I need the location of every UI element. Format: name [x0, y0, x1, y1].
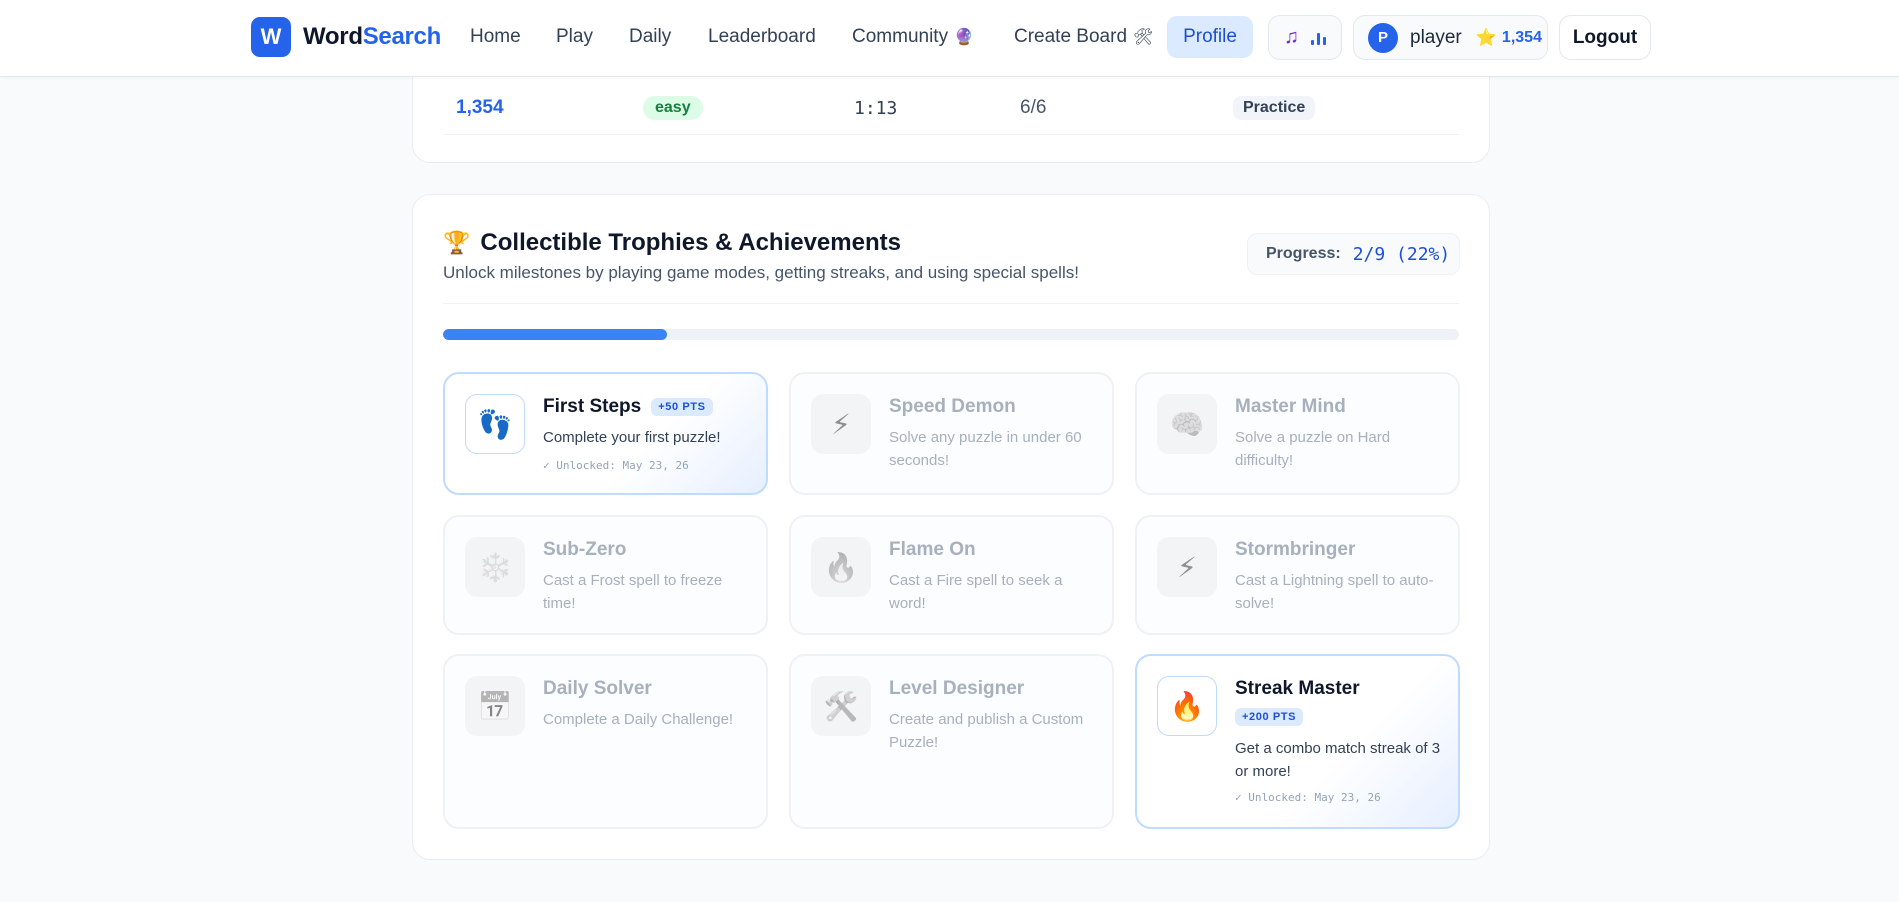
trophy-description: Complete a Daily Challenge! [543, 711, 734, 728]
trophy-icon: 🏆 [443, 230, 471, 255]
history-time-cell: 1:13 [854, 81, 897, 135]
trophy-master-mind[interactable]: 🧠 Master Mind Solve a puzzle on Hard dif… [1135, 372, 1460, 495]
music-note-icon: ♫ [1284, 26, 1299, 48]
trophy-first-steps[interactable]: 👣 First Steps +50 PTS Complete your firs… [443, 372, 768, 495]
equalizer-icon [1311, 31, 1326, 45]
nav-community-label: Community [852, 26, 949, 47]
nav-play[interactable]: Play [556, 17, 593, 57]
lightning-icon: ⚡ [1157, 537, 1217, 597]
trophy-streak-master[interactable]: 🔥 Streak Master +200 PTS Get a combo mat… [1135, 654, 1460, 829]
divider [443, 303, 1459, 304]
history-mode-cell: Practice [1233, 81, 1316, 135]
trophy-name: Stormbringer [1235, 539, 1356, 560]
trophy-name: Daily Solver [543, 678, 652, 699]
nav-daily[interactable]: Daily [629, 17, 671, 57]
trophy-name: Level Designer [889, 678, 1025, 699]
brand-name-word: Word [303, 23, 363, 50]
hammer-wrench-icon: 🛠 [1133, 29, 1154, 46]
trophy-daily-solver[interactable]: 📅 Daily Solver Complete a Daily Challeng… [443, 654, 768, 829]
nav-leaderboard[interactable]: Leaderboard [708, 17, 816, 57]
history-score: 1,354 [456, 97, 504, 118]
points-badge: +200 PTS [1235, 708, 1304, 726]
star-icon: ⭐ [1475, 27, 1497, 47]
nav-home-label: Home [470, 26, 521, 47]
trophy-speed-demon[interactable]: ⚡ Speed Demon Solve any puzzle in under … [789, 372, 1114, 495]
lightning-icon: ⚡ [811, 394, 871, 454]
trophies-title-text: Collectible Trophies & Achievements [480, 229, 901, 256]
top-navbar: W WordSearch Home Play Daily Leaderboard… [0, 0, 1899, 77]
crystal-ball-icon: 🔮 [954, 29, 974, 46]
points-badge: +50 PTS [651, 398, 713, 416]
trophies-title: 🏆 Collectible Trophies & Achievements [443, 229, 901, 257]
nav-create-board-label: Create Board [1014, 26, 1128, 47]
trophy-description: Cast a Fire spell to seek a word! [889, 572, 1063, 612]
mode-badge: Practice [1233, 96, 1316, 120]
music-toggle-button[interactable]: ♫ [1268, 15, 1342, 60]
trophy-description: Complete your first puzzle! [543, 429, 721, 446]
trophy-name: Speed Demon [889, 396, 1016, 417]
trophy-flame-on[interactable]: 🔥 Flame On Cast a Fire spell to seek a w… [789, 515, 1114, 635]
trophy-description: Solve a puzzle on Hard difficulty! [1235, 429, 1391, 469]
trophy-description: Solve any puzzle in under 60 seconds! [889, 429, 1082, 469]
footprints-icon: 👣 [465, 394, 525, 454]
brand[interactable]: W WordSearch [251, 17, 441, 57]
history-difficulty-cell: easy [643, 81, 703, 135]
table-row: 1,354 easy 1:13 6/6 Practice [443, 81, 1459, 135]
progress-summary: Progress: 2/9 (22%) [1247, 233, 1460, 275]
progress-value: 2/9 (22%) [1352, 243, 1451, 265]
calendar-icon: 📅 [465, 676, 525, 736]
brand-name-accent: Search [362, 23, 442, 50]
nav-leaderboard-label: Leaderboard [708, 26, 816, 47]
hammer-wrench-icon: 🛠️ [811, 676, 871, 736]
trophy-sub-zero[interactable]: ❄️ Sub-Zero Cast a Frost spell to freeze… [443, 515, 768, 635]
trophy-description: Cast a Frost spell to freeze time! [543, 572, 723, 612]
progress-bar [443, 329, 1459, 340]
flame-icon: 🔥 [811, 537, 871, 597]
unlock-date: ✓ Unlocked: May 23, 26 [543, 459, 689, 472]
history-words-found: 6/6 [1020, 97, 1047, 118]
brain-icon: 🧠 [1157, 394, 1217, 454]
trophy-description: Cast a Lightning spell to auto-solve! [1235, 572, 1434, 612]
nav-daily-label: Daily [629, 26, 672, 47]
username: player [1410, 26, 1462, 48]
nav-profile-label: Profile [1183, 26, 1237, 47]
brand-name[interactable]: WordSearch [303, 23, 441, 51]
difficulty-badge: easy [643, 96, 703, 120]
nav-play-label: Play [556, 26, 593, 47]
flame-icon: 🔥 [1157, 676, 1217, 736]
trophies-card: 🏆 Collectible Trophies & Achievements Un… [412, 194, 1490, 860]
history-found-cell: 6/6 [1020, 81, 1046, 135]
trophy-name: Master Mind [1235, 396, 1346, 417]
nav-profile[interactable]: Profile [1167, 16, 1253, 58]
trophy-name: Flame On [889, 539, 976, 560]
trophy-name: Streak Master [1235, 678, 1360, 699]
snowflake-icon: ❄️ [465, 537, 525, 597]
user-score: 1,354 [1501, 28, 1542, 46]
avatar: P [1368, 22, 1398, 53]
logout-button[interactable]: Logout [1559, 15, 1651, 60]
logout-label: Logout [1572, 26, 1638, 48]
nav-home[interactable]: Home [470, 17, 521, 57]
history-score-cell: 1,354 [456, 81, 504, 135]
progress-label: Progress: [1266, 245, 1341, 262]
user-chip[interactable]: P player ⭐ 1,354 [1353, 15, 1548, 60]
trophy-name: Sub-Zero [543, 539, 627, 560]
trophy-description: Create and publish a Custom Puzzle! [889, 711, 1084, 751]
trophies-subtitle: Unlock milestones by playing game modes,… [443, 263, 1079, 282]
history-time: 1:13 [854, 97, 898, 119]
trophy-name: First Steps +50 PTS [543, 396, 713, 418]
unlock-date: ✓ Unlocked: May 23, 26 [1235, 791, 1381, 804]
trophy-stormbringer[interactable]: ⚡ Stormbringer Cast a Lightning spell to… [1135, 515, 1460, 635]
nav-community[interactable]: Community 🔮 [852, 17, 974, 57]
trophy-description: Get a combo match streak of 3 or more! [1235, 740, 1441, 780]
progress-bar-fill [443, 329, 667, 340]
nav-create-board[interactable]: Create Board 🛠 [1014, 17, 1153, 57]
trophy-level-designer[interactable]: 🛠️ Level Designer Create and publish a C… [789, 654, 1114, 829]
brand-logo[interactable]: W [251, 17, 291, 57]
